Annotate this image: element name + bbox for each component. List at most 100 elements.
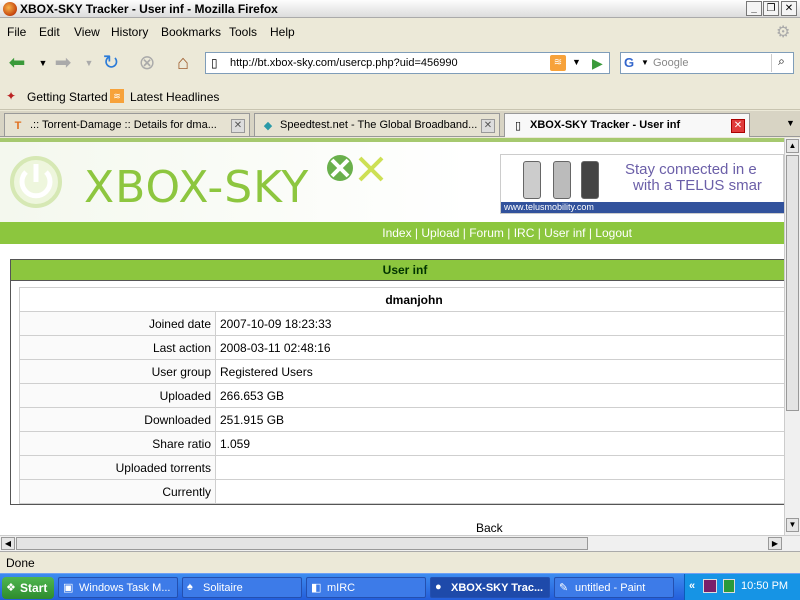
menu-file[interactable]: File	[7, 25, 26, 39]
throbber-icon: ⚙	[776, 24, 791, 41]
ad-line-2: with a TELUS smar	[633, 177, 762, 194]
url-dropdown-icon[interactable]: ▼	[572, 57, 581, 67]
google-icon[interactable]: G	[624, 55, 634, 70]
taskbar-label: XBOX-SKY Trac...	[451, 582, 544, 594]
speedtest-favicon: ◆	[263, 120, 273, 132]
tab-strip: T .:: Torrent-Damage :: Details for dma.…	[0, 111, 800, 137]
phone-image-icon	[581, 161, 599, 199]
nav-logout[interactable]: Logout	[595, 226, 632, 240]
xbox-logo-icon	[327, 155, 384, 182]
row-value: 251.915 GB	[215, 407, 784, 432]
address-bar[interactable]: ▯ http://bt.xbox-sky.com/usercp.php?uid=…	[205, 52, 610, 74]
site-logo: XBOX-SKY	[84, 162, 310, 213]
url-text: http://bt.xbox-sky.com/usercp.php?uid=45…	[230, 57, 458, 69]
go-icon[interactable]: ▶	[592, 55, 603, 72]
user-info-table: dmanjohn Joined date 2007-10-09 18:23:33 …	[19, 287, 784, 504]
ad-line-1: Stay connected in e	[625, 161, 757, 178]
taskbar-mirc[interactable]: ◧ mIRC	[306, 577, 426, 598]
site-nav: Index | Upload | Forum | IRC | User inf …	[0, 222, 784, 244]
network-tray-icon[interactable]	[723, 579, 735, 593]
tab-xbox-sky[interactable]: ▯ XBOX-SKY Tracker - User inf ✕	[504, 113, 750, 137]
tab-label: .:: Torrent-Damage :: Details for dma...	[30, 119, 217, 131]
system-tray: « 10:50 PM	[684, 574, 800, 600]
row-value: 2007-10-09 18:23:33	[215, 311, 784, 336]
menu-view[interactable]: View	[74, 25, 100, 39]
taskbar-paint[interactable]: ✎ untitled - Paint	[554, 577, 674, 598]
stop-icon[interactable]: ⊗	[134, 51, 160, 77]
nav-irc[interactable]: IRC	[514, 226, 535, 240]
menu-bookmarks[interactable]: Bookmarks	[161, 25, 221, 39]
solitaire-icon: ♠	[187, 581, 193, 593]
menu-help[interactable]: Help	[270, 25, 295, 39]
table-row: User group Registered Users	[19, 359, 784, 384]
tab-speedtest[interactable]: ◆ Speedtest.net - The Global Broadband..…	[254, 113, 500, 136]
bookmark-latest-headlines[interactable]: Latest Headlines	[130, 90, 219, 104]
back-arrow-icon[interactable]: ⬅	[4, 51, 30, 77]
taskbar-label: mIRC	[327, 582, 356, 594]
taskbar-solitaire[interactable]: ♠ Solitaire	[182, 577, 302, 598]
close-window-button[interactable]: ✕	[781, 1, 797, 16]
scroll-up-icon[interactable]: ▲	[786, 139, 799, 153]
rss-icon[interactable]: ≋	[550, 55, 566, 71]
ad-link[interactable]: www.telusmobility.com	[501, 202, 784, 213]
row-value: 2008-03-11 02:48:16	[215, 335, 784, 360]
back-link[interactable]: Back	[476, 521, 503, 535]
forward-arrow-icon[interactable]: ➡	[50, 51, 76, 77]
bookmark-getting-started[interactable]: Getting Started	[27, 90, 108, 104]
close-tab-icon[interactable]: ✕	[481, 119, 495, 133]
minimize-button[interactable]: _	[746, 1, 762, 16]
firefox-icon: ●	[435, 581, 442, 593]
torrent-damage-favicon: T	[14, 120, 22, 132]
close-tab-icon[interactable]: ✕	[231, 119, 245, 133]
search-box[interactable]: G ▼ Google ⌕	[620, 52, 794, 74]
scroll-thumb[interactable]	[786, 155, 799, 411]
page-icon: ▯	[211, 56, 218, 70]
row-label: Share ratio	[19, 431, 216, 456]
menu-history[interactable]: History	[111, 25, 148, 39]
h-scroll-thumb[interactable]	[16, 537, 588, 550]
table-row: Uploaded torrents	[19, 455, 784, 480]
clock: 10:50 PM	[741, 580, 789, 592]
table-row: dmanjohn	[19, 287, 784, 312]
row-label: Last action	[19, 335, 216, 360]
search-engine-dropdown-icon[interactable]: ▼	[641, 58, 649, 67]
window-titlebar: XBOX-SKY Tracker - User inf - Mozilla Fi…	[0, 0, 800, 18]
menu-edit[interactable]: Edit	[39, 25, 60, 39]
taskbar-firefox[interactable]: ● XBOX-SKY Trac...	[430, 577, 550, 598]
home-icon[interactable]: ⌂	[170, 51, 196, 77]
taskbar-label: untitled - Paint	[575, 582, 646, 594]
vertical-scrollbar[interactable]: ▲ ▼	[784, 138, 800, 535]
table-row: Last action 2008-03-11 02:48:16	[19, 335, 784, 360]
maximize-button[interactable]: ❐	[763, 1, 779, 16]
telus-ad-banner[interactable]: Stay connected in e with a TELUS smar ww…	[500, 154, 784, 214]
tab-torrent-damage[interactable]: T .:: Torrent-Damage :: Details for dma.…	[4, 113, 250, 136]
taskbar-label: Windows Task M...	[79, 582, 171, 594]
start-label: Start	[20, 581, 48, 595]
phone-image-icon	[523, 161, 541, 199]
site-header: XBOX-SKY Stay connected in e with a TELU…	[0, 138, 784, 222]
mirc-tray-icon[interactable]	[703, 579, 717, 593]
nav-forum[interactable]: Forum	[469, 226, 504, 240]
mirc-icon: ◧	[311, 582, 322, 594]
row-label: Uploaded	[19, 383, 216, 408]
row-label: User group	[19, 359, 216, 384]
start-button[interactable]: ❖ Start	[2, 577, 54, 599]
search-icon[interactable]: ⌕	[771, 54, 791, 72]
menu-tools[interactable]: Tools	[229, 25, 257, 39]
tray-expand-icon[interactable]: «	[689, 580, 695, 592]
scroll-right-icon[interactable]: ▶	[768, 537, 782, 550]
scroll-left-icon[interactable]: ◀	[1, 537, 15, 550]
nav-upload[interactable]: Upload	[421, 226, 459, 240]
nav-index[interactable]: Index	[382, 226, 411, 240]
horizontal-scrollbar[interactable]: ◀ ▶	[0, 535, 800, 551]
nav-user-inf[interactable]: User inf	[544, 226, 585, 240]
row-value	[215, 455, 784, 480]
close-tab-icon[interactable]: ✕	[731, 119, 745, 133]
getting-started-icon: ✦	[6, 89, 17, 103]
reload-icon[interactable]: ↻	[98, 51, 124, 77]
taskbar-task-manager[interactable]: ▣ Windows Task M...	[58, 577, 178, 598]
scroll-down-icon[interactable]: ▼	[786, 518, 799, 532]
page-viewport: XBOX-SKY Stay connected in e with a TELU…	[0, 138, 784, 535]
tab-list-dropdown-icon[interactable]: ▼	[786, 118, 795, 128]
status-bar: Done	[0, 551, 800, 573]
